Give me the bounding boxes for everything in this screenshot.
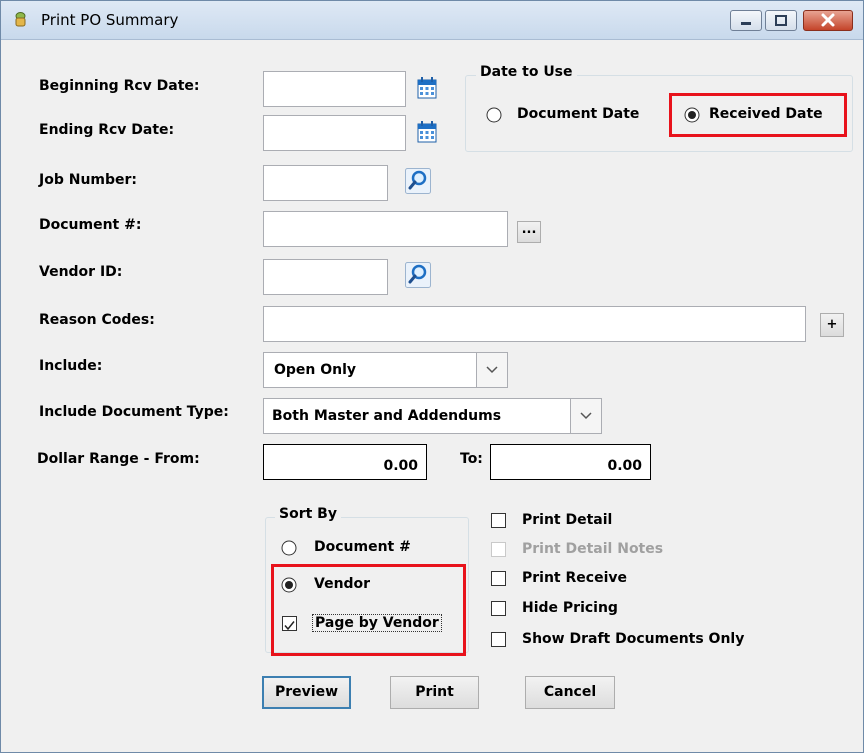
cancel-button[interactable]: Cancel bbox=[525, 676, 615, 709]
chevron-down-icon bbox=[486, 366, 498, 374]
reason-codes-label: Reason Codes: bbox=[39, 312, 155, 328]
app-icon bbox=[15, 12, 26, 27]
print-receive-label[interactable]: Print Receive bbox=[522, 570, 627, 586]
include-document-type-dropdown-button[interactable] bbox=[570, 399, 601, 433]
vendor-id-label: Vendor ID: bbox=[39, 264, 123, 280]
calendar-icon[interactable] bbox=[417, 121, 437, 143]
include-dropdown-button[interactable] bbox=[476, 353, 507, 387]
sort-vendor-label[interactable]: Vendor bbox=[314, 576, 370, 592]
document-browse-button[interactable]: ... bbox=[517, 221, 541, 243]
to-label: To: bbox=[460, 451, 483, 467]
preview-button[interactable]: Preview bbox=[262, 676, 351, 709]
print-detail-checkbox[interactable] bbox=[491, 513, 506, 528]
show-draft-documents-only-label[interactable]: Show Draft Documents Only bbox=[522, 631, 744, 647]
print-receive-checkbox[interactable] bbox=[491, 571, 506, 586]
show-draft-documents-only-checkbox[interactable] bbox=[491, 632, 506, 647]
dialog-client: Beginning Rcv Date: Ending Rcv Date: Dat… bbox=[9, 40, 857, 746]
include-document-type-select[interactable]: Both Master and Addendums bbox=[263, 398, 602, 434]
job-lookup-search-icon[interactable] bbox=[405, 168, 431, 194]
add-reason-code-button[interactable]: + bbox=[820, 313, 844, 337]
vendor-id-input[interactable] bbox=[263, 259, 388, 295]
beginning-rcv-date-input[interactable] bbox=[263, 71, 406, 107]
print-detail-notes-checkbox bbox=[491, 542, 506, 557]
job-number-input[interactable] bbox=[263, 165, 388, 201]
sort-vendor-radio[interactable] bbox=[281, 577, 297, 593]
page-by-vendor-label[interactable]: Page by Vendor bbox=[312, 614, 442, 632]
include-selected-value: Open Only bbox=[274, 362, 357, 378]
dollar-range-from-label: Dollar Range - From: bbox=[37, 451, 200, 467]
dollar-to-input[interactable]: 0.00 bbox=[490, 444, 651, 480]
dollar-from-input[interactable]: 0.00 bbox=[263, 444, 427, 480]
document-date-radio[interactable] bbox=[486, 107, 502, 123]
maximize-button[interactable] bbox=[765, 10, 797, 31]
minimize-icon bbox=[741, 22, 751, 25]
close-button[interactable] bbox=[803, 10, 853, 31]
date-to-use-title: Date to Use bbox=[476, 64, 577, 80]
chevron-down-icon bbox=[580, 412, 592, 420]
maximize-icon bbox=[775, 15, 787, 26]
document-no-label: Document #: bbox=[39, 217, 142, 233]
include-select[interactable]: Open Only bbox=[263, 352, 508, 388]
print-po-summary-window: Print PO Summary Beginning Rcv Date: End… bbox=[0, 0, 864, 753]
include-document-type-label: Include Document Type: bbox=[39, 404, 229, 420]
ending-rcv-date-input[interactable] bbox=[263, 115, 406, 151]
minimize-button[interactable] bbox=[730, 10, 762, 31]
document-date-label[interactable]: Document Date bbox=[517, 106, 639, 122]
print-detail-label[interactable]: Print Detail bbox=[522, 512, 612, 528]
sort-document-radio[interactable] bbox=[281, 540, 297, 556]
checkmark-icon bbox=[284, 621, 295, 631]
job-number-label: Job Number: bbox=[39, 172, 138, 188]
include-document-type-selected-value: Both Master and Addendums bbox=[272, 408, 502, 424]
sort-document-label[interactable]: Document # bbox=[314, 539, 411, 555]
print-detail-notes-label: Print Detail Notes bbox=[522, 541, 664, 557]
include-label: Include: bbox=[39, 358, 103, 374]
title-bar: Print PO Summary bbox=[1, 1, 863, 40]
received-date-radio[interactable] bbox=[684, 107, 700, 123]
ending-rcv-date-label: Ending Rcv Date: bbox=[39, 122, 175, 138]
vendor-lookup-search-icon[interactable] bbox=[405, 262, 431, 288]
reason-codes-input[interactable] bbox=[263, 306, 806, 342]
hide-pricing-label[interactable]: Hide Pricing bbox=[522, 600, 618, 616]
received-date-label[interactable]: Received Date bbox=[709, 106, 823, 122]
beginning-rcv-date-label: Beginning Rcv Date: bbox=[39, 78, 200, 94]
print-button[interactable]: Print bbox=[390, 676, 479, 709]
document-no-input[interactable] bbox=[263, 211, 508, 247]
sort-by-title: Sort By bbox=[275, 506, 341, 522]
hide-pricing-checkbox[interactable] bbox=[491, 601, 506, 616]
window-title: Print PO Summary bbox=[41, 11, 179, 29]
calendar-icon[interactable] bbox=[417, 77, 437, 99]
page-by-vendor-checkbox[interactable] bbox=[282, 616, 297, 631]
close-icon bbox=[821, 13, 835, 27]
